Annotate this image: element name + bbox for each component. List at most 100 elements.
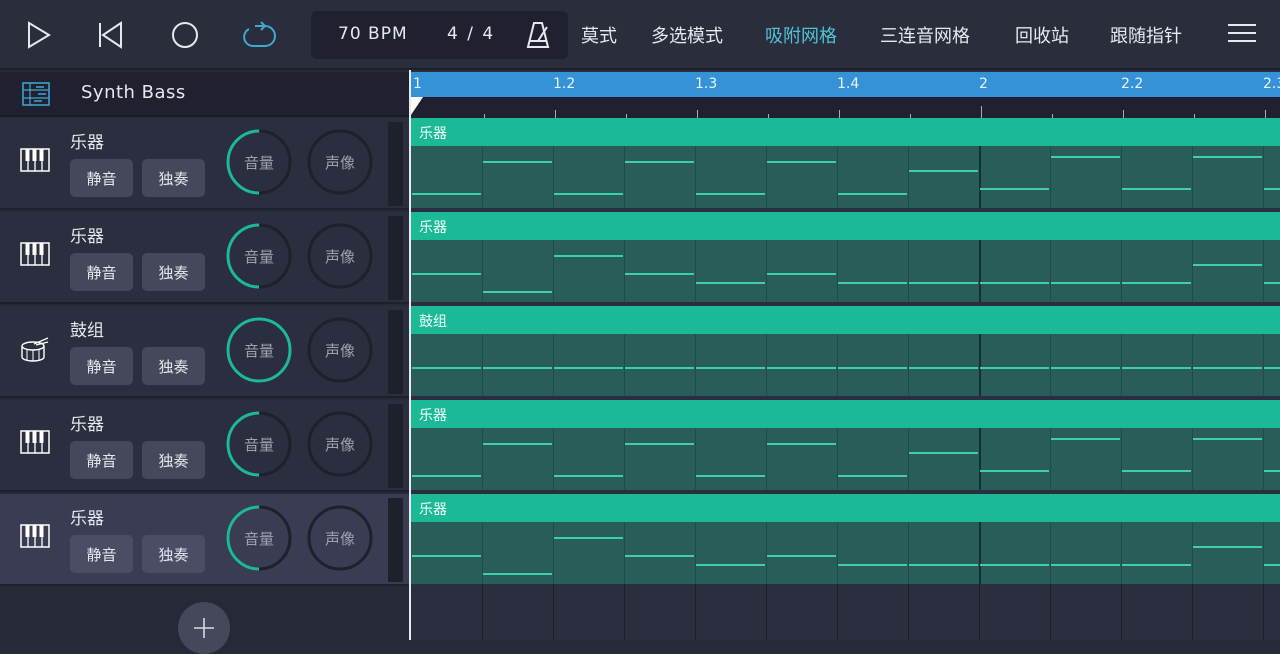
mute-button[interactable]: 静音 [70,441,133,479]
midi-note[interactable] [909,564,978,567]
midi-note[interactable] [1264,367,1280,369]
track-header[interactable]: 乐器 静音 独奏 音量 声像 [0,494,409,586]
clip[interactable]: 乐器 [411,212,1280,304]
midi-note[interactable] [1264,188,1280,191]
mute-button[interactable]: 静音 [70,253,133,291]
midi-note[interactable] [696,564,765,567]
solo-button[interactable]: 独奏 [142,253,205,291]
midi-note[interactable] [412,474,481,477]
track-header[interactable]: 乐器 静音 独奏 音量 声像 [0,212,409,304]
midi-note[interactable] [625,442,694,445]
clip[interactable]: 乐器 [411,494,1280,586]
midi-note[interactable] [767,160,836,163]
midi-note[interactable] [554,192,623,195]
midi-note[interactable] [1264,470,1280,473]
midi-note[interactable] [696,282,765,285]
menu-item-3[interactable]: 三连音网格 [880,22,970,48]
mixer-icon[interactable] [22,82,50,106]
menu-item-5[interactable]: 跟随指针 [1110,22,1182,48]
track-name[interactable]: 乐器 [70,504,104,529]
midi-note[interactable] [909,282,978,285]
midi-note[interactable] [767,555,836,557]
clip[interactable]: 鼓组 [411,306,1280,398]
midi-note[interactable] [767,367,836,369]
track-name[interactable]: 乐器 [70,410,104,435]
solo-button[interactable]: 独奏 [142,535,205,573]
midi-note[interactable] [696,474,765,477]
midi-note[interactable] [554,474,623,477]
pan-knob[interactable]: 声像 [306,128,374,196]
pan-knob[interactable]: 声像 [306,316,374,384]
midi-note[interactable] [838,192,907,195]
arrangement-timeline[interactable]: 1 1.2 1.3 1.4 2 2.2 2.3 乐器 乐器 鼓组 乐器 乐器 [409,70,1280,640]
volume-knob[interactable]: 音量 [225,222,293,290]
time-signature[interactable]: 4 / 4 [447,24,495,44]
pan-knob[interactable]: 声像 [306,222,374,290]
mute-button[interactable]: 静音 [70,159,133,197]
midi-note[interactable] [1193,367,1262,369]
midi-note[interactable] [1122,282,1191,285]
track-name[interactable]: 鼓组 [70,316,104,341]
midi-note[interactable] [1122,564,1191,567]
mute-button[interactable]: 静音 [70,535,133,573]
track-name[interactable]: 乐器 [70,222,104,247]
track-header[interactable]: 鼓组 静音 独奏 音量 声像 [0,306,409,398]
menu-item-0[interactable]: 莫式 [581,22,617,48]
midi-note[interactable] [909,367,978,369]
midi-note[interactable] [980,470,1049,473]
bpm-value[interactable]: 70 BPM [338,24,408,44]
volume-knob[interactable]: 音量 [225,128,293,196]
midi-note[interactable] [483,367,552,369]
pan-knob[interactable]: 声像 [306,410,374,478]
clip-notes[interactable] [411,334,1280,396]
clip-notes[interactable] [411,428,1280,490]
playhead-marker-icon[interactable] [411,97,425,115]
midi-note[interactable] [625,555,694,557]
midi-note[interactable] [838,367,907,369]
midi-note[interactable] [1193,438,1262,440]
clip-title[interactable]: 乐器 [411,212,1280,240]
midi-note[interactable] [483,573,552,576]
timeline-ruler[interactable]: 1 1.2 1.3 1.4 2 2.2 2.3 [411,72,1280,97]
metronome-icon[interactable] [525,21,551,49]
midi-note[interactable] [1122,367,1191,369]
midi-note[interactable] [483,160,552,163]
midi-note[interactable] [767,273,836,275]
menu-item-1[interactable]: 多选模式 [651,22,723,48]
midi-note[interactable] [1051,438,1120,440]
clip-title[interactable]: 乐器 [411,494,1280,522]
tempo-panel[interactable]: 70 BPM 4 / 4 [311,11,568,59]
master-track-header[interactable]: Synth Bass [0,72,409,117]
midi-note[interactable] [1051,367,1120,369]
midi-note[interactable] [625,273,694,275]
midi-note[interactable] [767,442,836,445]
midi-note[interactable] [1193,156,1262,158]
menu-icon[interactable] [1228,24,1256,46]
clip-title[interactable]: 乐器 [411,400,1280,428]
volume-knob[interactable]: 音量 [225,410,293,478]
volume-knob[interactable]: 音量 [225,316,293,384]
clip-notes[interactable] [411,146,1280,208]
midi-note[interactable] [1051,282,1120,285]
midi-note[interactable] [483,291,552,294]
midi-note[interactable] [412,555,481,557]
midi-note[interactable] [1122,188,1191,191]
loop-button[interactable] [241,17,277,53]
midi-note[interactable] [696,192,765,195]
volume-knob[interactable]: 音量 [225,504,293,572]
midi-note[interactable] [909,451,978,454]
clip-notes[interactable] [411,240,1280,302]
menu-item-4[interactable]: 回收站 [1015,22,1069,48]
play-button[interactable] [20,17,56,53]
midi-note[interactable] [1051,156,1120,158]
midi-note[interactable] [1264,564,1280,567]
clip-title[interactable]: 鼓组 [411,306,1280,334]
add-track-button[interactable] [178,602,230,654]
midi-note[interactable] [980,282,1049,285]
track-header[interactable]: 乐器 静音 独奏 音量 声像 [0,118,409,210]
rewind-button[interactable] [92,17,128,53]
midi-note[interactable] [412,367,481,369]
clip[interactable]: 乐器 [411,118,1280,210]
midi-note[interactable] [1051,564,1120,567]
midi-note[interactable] [838,282,907,285]
